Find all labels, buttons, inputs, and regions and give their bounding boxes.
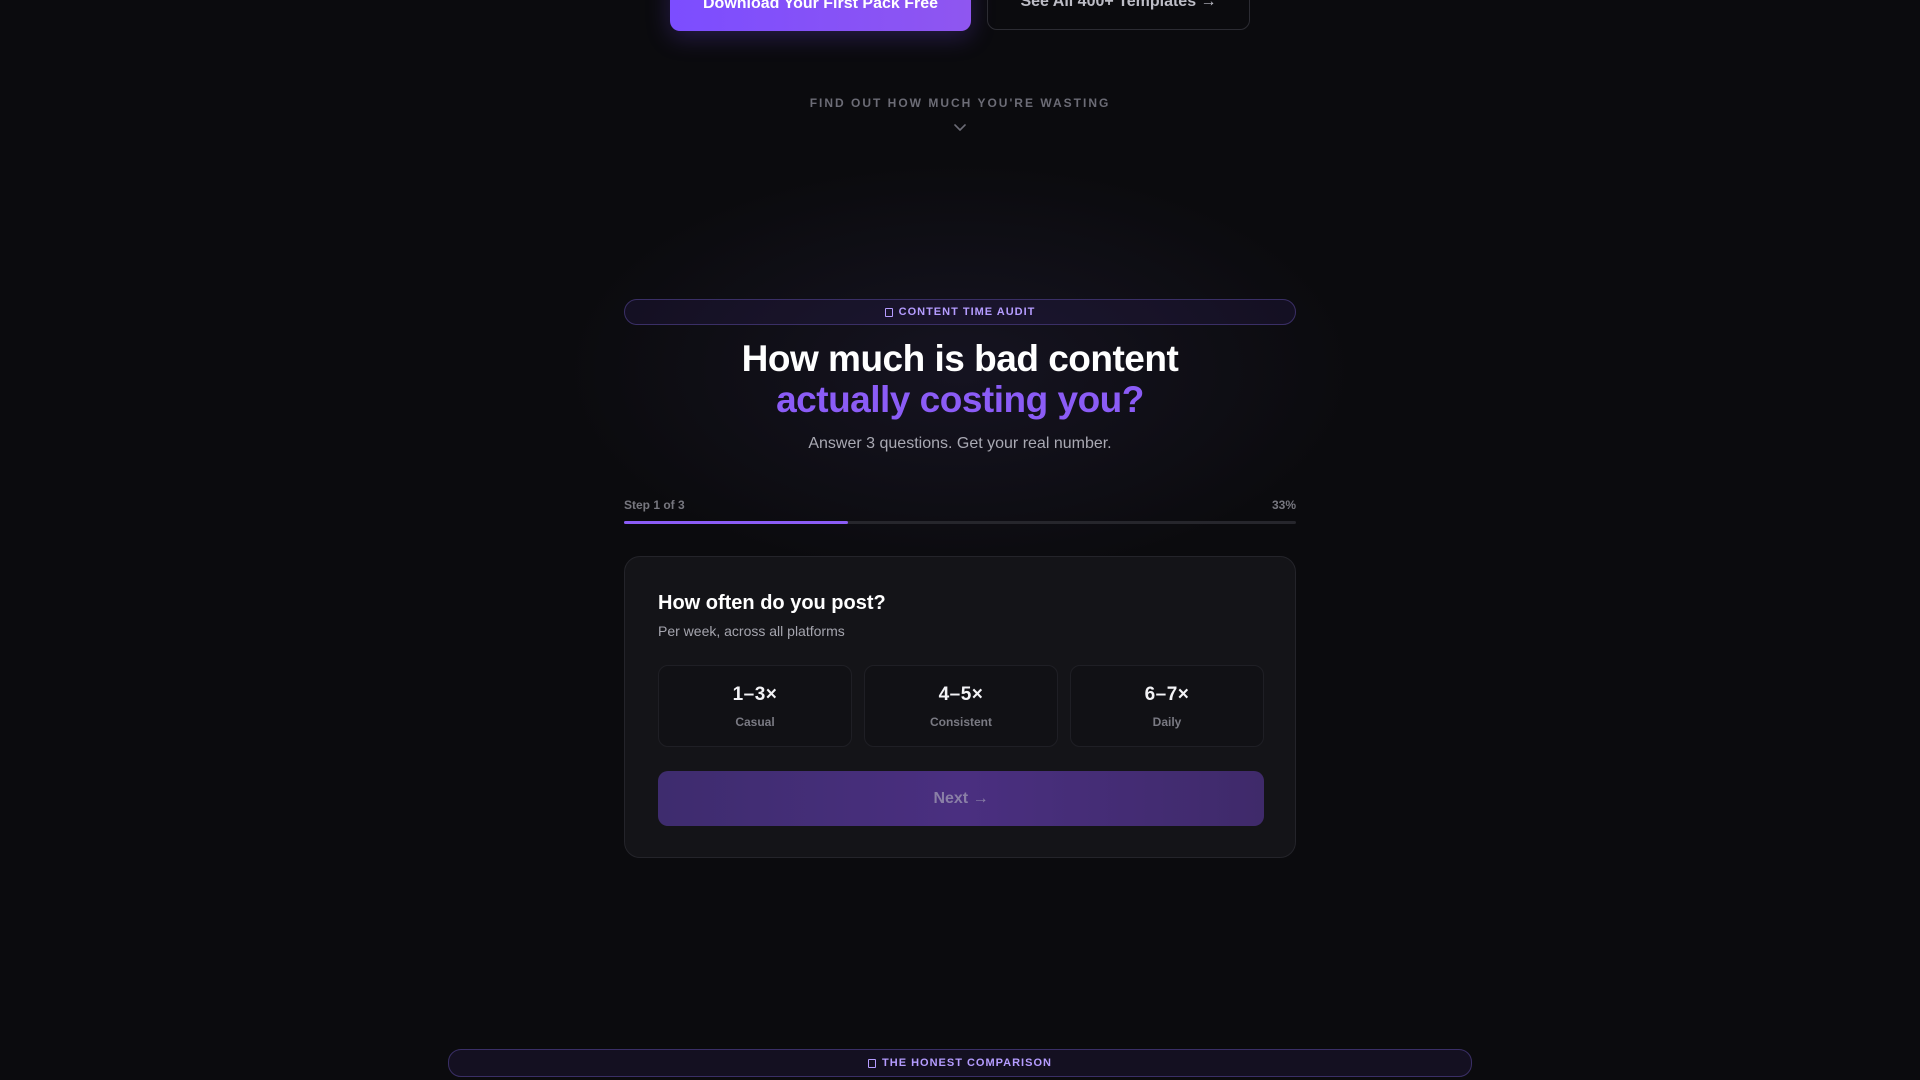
option-label: Casual: [735, 714, 775, 729]
audit-subheadline: Answer 3 questions. Get your real number…: [808, 435, 1112, 452]
see-all-templates-label: See All 400+ Templates →: [1020, 0, 1217, 10]
download-first-pack-label: Download Your First Pack Free: [702, 0, 939, 12]
chevron-down-icon[interactable]: [952, 120, 968, 136]
option-label: Daily: [1152, 714, 1182, 729]
progress-bar: [624, 521, 1296, 524]
step-label: Step 1 of 3: [624, 498, 685, 512]
next-button[interactable]: Next →: [658, 771, 1264, 826]
question-subtitle: Per week, across all platforms: [658, 623, 845, 639]
audit-badge: CONTENT TIME AUDIT: [624, 299, 1296, 325]
question-title: How often do you post?: [658, 592, 886, 614]
audit-badge-label: CONTENT TIME AUDIT: [898, 306, 1036, 318]
download-first-pack-button[interactable]: Download Your First Pack Free: [670, 0, 971, 31]
comparison-badge: THE HONEST COMPARISON: [448, 1049, 1472, 1077]
see-all-templates-button[interactable]: See All 400+ Templates →: [987, 0, 1250, 30]
progress-bar-fill: [624, 521, 848, 524]
option-value: 6–7×: [1144, 683, 1190, 705]
frequency-options: 1–3× Casual 4–5× Consistent 6–7× Daily: [658, 665, 1264, 747]
audit-headline: How much is bad content actually costing…: [0, 338, 1920, 420]
headline-line-2: actually costing you?: [776, 379, 1144, 420]
option-label: Consistent: [929, 714, 992, 729]
clipboard-icon: [884, 307, 893, 317]
scroll-hint: FIND OUT HOW MUCH YOU'RE WASTING: [809, 96, 1111, 110]
option-casual[interactable]: 1–3× Casual: [658, 665, 852, 747]
option-daily[interactable]: 6–7× Daily: [1070, 665, 1264, 747]
comparison-badge-label: THE HONEST COMPARISON: [882, 1057, 1052, 1069]
option-value: 1–3×: [732, 683, 778, 705]
scale-icon: [868, 1058, 877, 1068]
question-card: How often do you post? Per week, across …: [624, 556, 1296, 858]
progress-percent: 33%: [1271, 498, 1296, 512]
option-value: 4–5×: [938, 683, 984, 705]
headline-line-1: How much is bad content: [741, 338, 1179, 379]
option-consistent[interactable]: 4–5× Consistent: [864, 665, 1058, 747]
next-button-label: Next →: [933, 789, 989, 807]
